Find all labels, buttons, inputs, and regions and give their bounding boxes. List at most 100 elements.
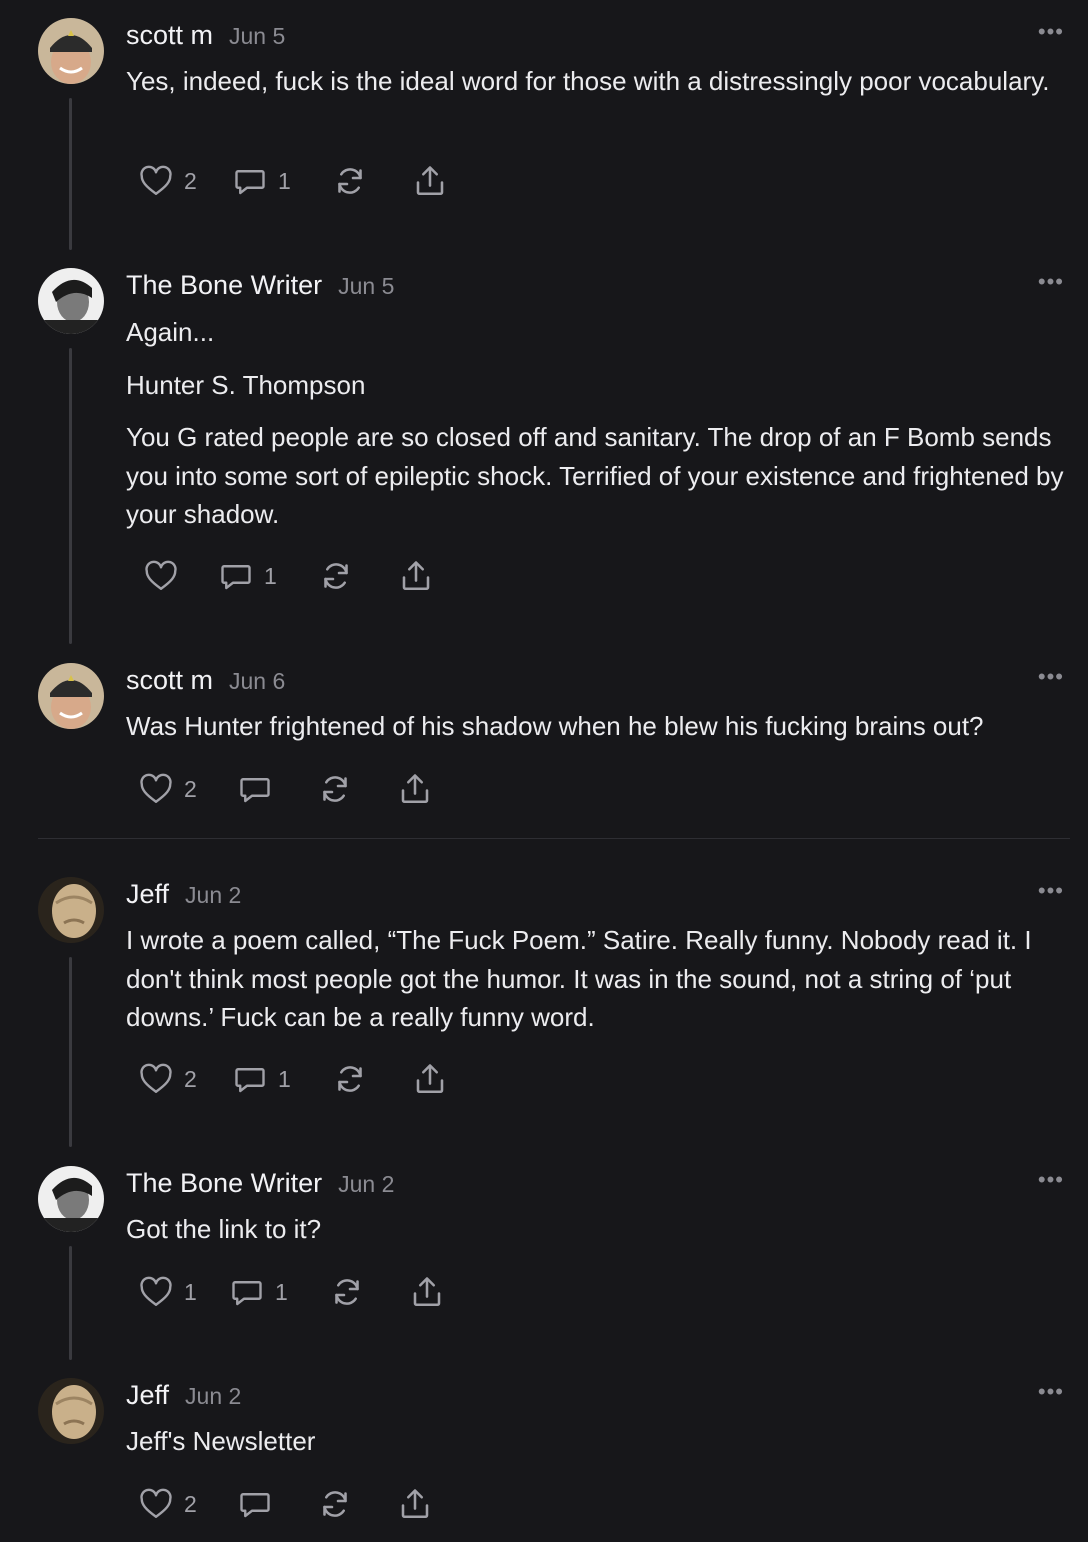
- like-button[interactable]: 1: [138, 1272, 197, 1312]
- author-name[interactable]: The Bone Writer: [126, 1168, 322, 1198]
- restack-icon: [338, 1066, 362, 1092]
- thread-line: [69, 1246, 72, 1360]
- restack-button[interactable]: [317, 1484, 353, 1524]
- share-button[interactable]: [398, 556, 434, 596]
- author-name[interactable]: scott m: [126, 20, 213, 50]
- more-options-icon[interactable]: •••: [1038, 21, 1064, 43]
- comment-body: Yes, indeed, fuck is the ideal word for …: [126, 62, 1066, 101]
- like-count: 2: [184, 1065, 197, 1092]
- heart-icon: [140, 1276, 172, 1306]
- avatar[interactable]: [38, 663, 104, 729]
- comment-header: scott m Jun 6: [126, 665, 285, 696]
- comment-bubble-icon: [240, 778, 270, 803]
- reply-button[interactable]: 1: [232, 1059, 291, 1099]
- comment-date[interactable]: Jun 2: [185, 1383, 241, 1409]
- reply-count: 1: [278, 1065, 291, 1092]
- restack-button[interactable]: [317, 769, 353, 809]
- comment-date[interactable]: Jun 2: [338, 1171, 394, 1197]
- comment-text: You G rated people are so closed off and…: [126, 422, 1064, 529]
- share-button[interactable]: [397, 1484, 433, 1524]
- heart-icon: [140, 165, 172, 195]
- more-options-icon[interactable]: •••: [1038, 1381, 1064, 1403]
- comment-text: Yes, indeed, fuck is the ideal word for …: [126, 66, 1050, 96]
- reply-button[interactable]: 1: [229, 1272, 288, 1312]
- comment-header: Jeff Jun 2: [126, 1380, 241, 1411]
- more-options-icon[interactable]: •••: [1038, 666, 1064, 688]
- more-options-icon[interactable]: •••: [1038, 1169, 1064, 1191]
- heart-icon: [145, 560, 177, 590]
- reply-count: 1: [275, 1278, 288, 1305]
- comment-body: Was Hunter frightened of his shadow when…: [126, 707, 1066, 746]
- restack-icon: [335, 1279, 359, 1305]
- share-icon: [416, 166, 444, 196]
- like-button[interactable]: 2: [138, 1059, 197, 1099]
- comment-header: Jeff Jun 2: [126, 879, 241, 910]
- comment-bubble-icon: [235, 170, 265, 195]
- comment-date[interactable]: Jun 5: [229, 23, 285, 49]
- share-icon: [401, 774, 429, 804]
- restack-button[interactable]: [329, 1272, 365, 1312]
- comment-header: The Bone Writer Jun 2: [126, 1168, 394, 1199]
- comment-bubble-icon: [235, 1068, 265, 1093]
- restack-icon: [338, 168, 362, 194]
- comment-date[interactable]: Jun 5: [338, 273, 394, 299]
- comment-header: scott m Jun 5: [126, 20, 285, 51]
- author-name[interactable]: Jeff: [126, 879, 169, 909]
- like-count: 2: [184, 1490, 197, 1517]
- like-button[interactable]: 2: [138, 1484, 197, 1524]
- comment: The Bone Writer Jun 5 ••• Again... Hunter…: [0, 268, 1088, 648]
- comment-text: I wrote a poem called, “The Fuck Poem.” …: [126, 925, 1032, 1032]
- avatar[interactable]: [38, 1166, 104, 1232]
- restack-button[interactable]: [318, 556, 354, 596]
- comment-body: I wrote a poem called, “The Fuck Poem.” …: [126, 921, 1066, 1037]
- like-button[interactable]: 2: [138, 161, 197, 201]
- like-count: 1: [184, 1278, 197, 1305]
- like-count: 2: [184, 775, 197, 802]
- avatar[interactable]: [38, 18, 104, 84]
- comment: scott m Jun 5 ••• Yes, indeed, fuck is th…: [0, 18, 1088, 258]
- comment-text: Again...: [126, 317, 215, 347]
- restack-icon: [324, 563, 348, 589]
- share-icon: [402, 561, 430, 591]
- author-name[interactable]: scott m: [126, 665, 213, 695]
- avatar[interactable]: [38, 877, 104, 943]
- share-button[interactable]: [412, 1059, 448, 1099]
- restack-button[interactable]: [332, 1059, 368, 1099]
- comment-text: Hunter S. Thompson: [126, 369, 366, 400]
- reply-button[interactable]: [237, 769, 283, 809]
- reply-button[interactable]: 1: [232, 161, 291, 201]
- comment: scott m Jun 6 ••• Was Hunter frightened o…: [0, 663, 1088, 823]
- reply-button[interactable]: 1: [218, 556, 277, 596]
- restack-icon: [323, 1491, 347, 1517]
- reply-button[interactable]: [237, 1484, 283, 1524]
- avatar[interactable]: [38, 1378, 104, 1444]
- share-icon: [401, 1489, 429, 1519]
- restack-icon: [323, 776, 347, 802]
- share-button[interactable]: [409, 1272, 445, 1312]
- comment: Jeff Jun 2 ••• Jeff's Newsletter 2: [0, 1378, 1088, 1538]
- thread-line: [69, 957, 72, 1147]
- reply-count: 1: [264, 562, 277, 589]
- share-button[interactable]: [412, 161, 448, 201]
- comment-bubble-icon: [240, 1493, 270, 1518]
- thread-divider: [38, 838, 1070, 839]
- thread-line: [69, 98, 72, 250]
- comment-bubble-icon: [221, 565, 251, 590]
- like-button[interactable]: [143, 556, 189, 596]
- comment: Jeff Jun 2 ••• I wrote a poem called, “Th…: [0, 877, 1088, 1157]
- more-options-icon[interactable]: •••: [1038, 880, 1064, 902]
- comment-date[interactable]: Jun 6: [229, 668, 285, 694]
- heart-icon: [140, 1063, 172, 1093]
- author-name[interactable]: Jeff: [126, 1380, 169, 1410]
- avatar[interactable]: [38, 268, 104, 334]
- comment-date[interactable]: Jun 2: [185, 882, 241, 908]
- comment-text[interactable]: Jeff's Newsletter: [126, 1422, 1066, 1461]
- share-icon: [416, 1064, 444, 1094]
- more-options-icon[interactable]: •••: [1038, 271, 1064, 293]
- author-name[interactable]: The Bone Writer: [126, 270, 322, 300]
- share-button[interactable]: [397, 769, 433, 809]
- reply-count: 1: [278, 167, 291, 194]
- restack-button[interactable]: [332, 161, 368, 201]
- comment-body: Jeff's Newsletter: [126, 1422, 1066, 1461]
- like-button[interactable]: 2: [138, 769, 197, 809]
